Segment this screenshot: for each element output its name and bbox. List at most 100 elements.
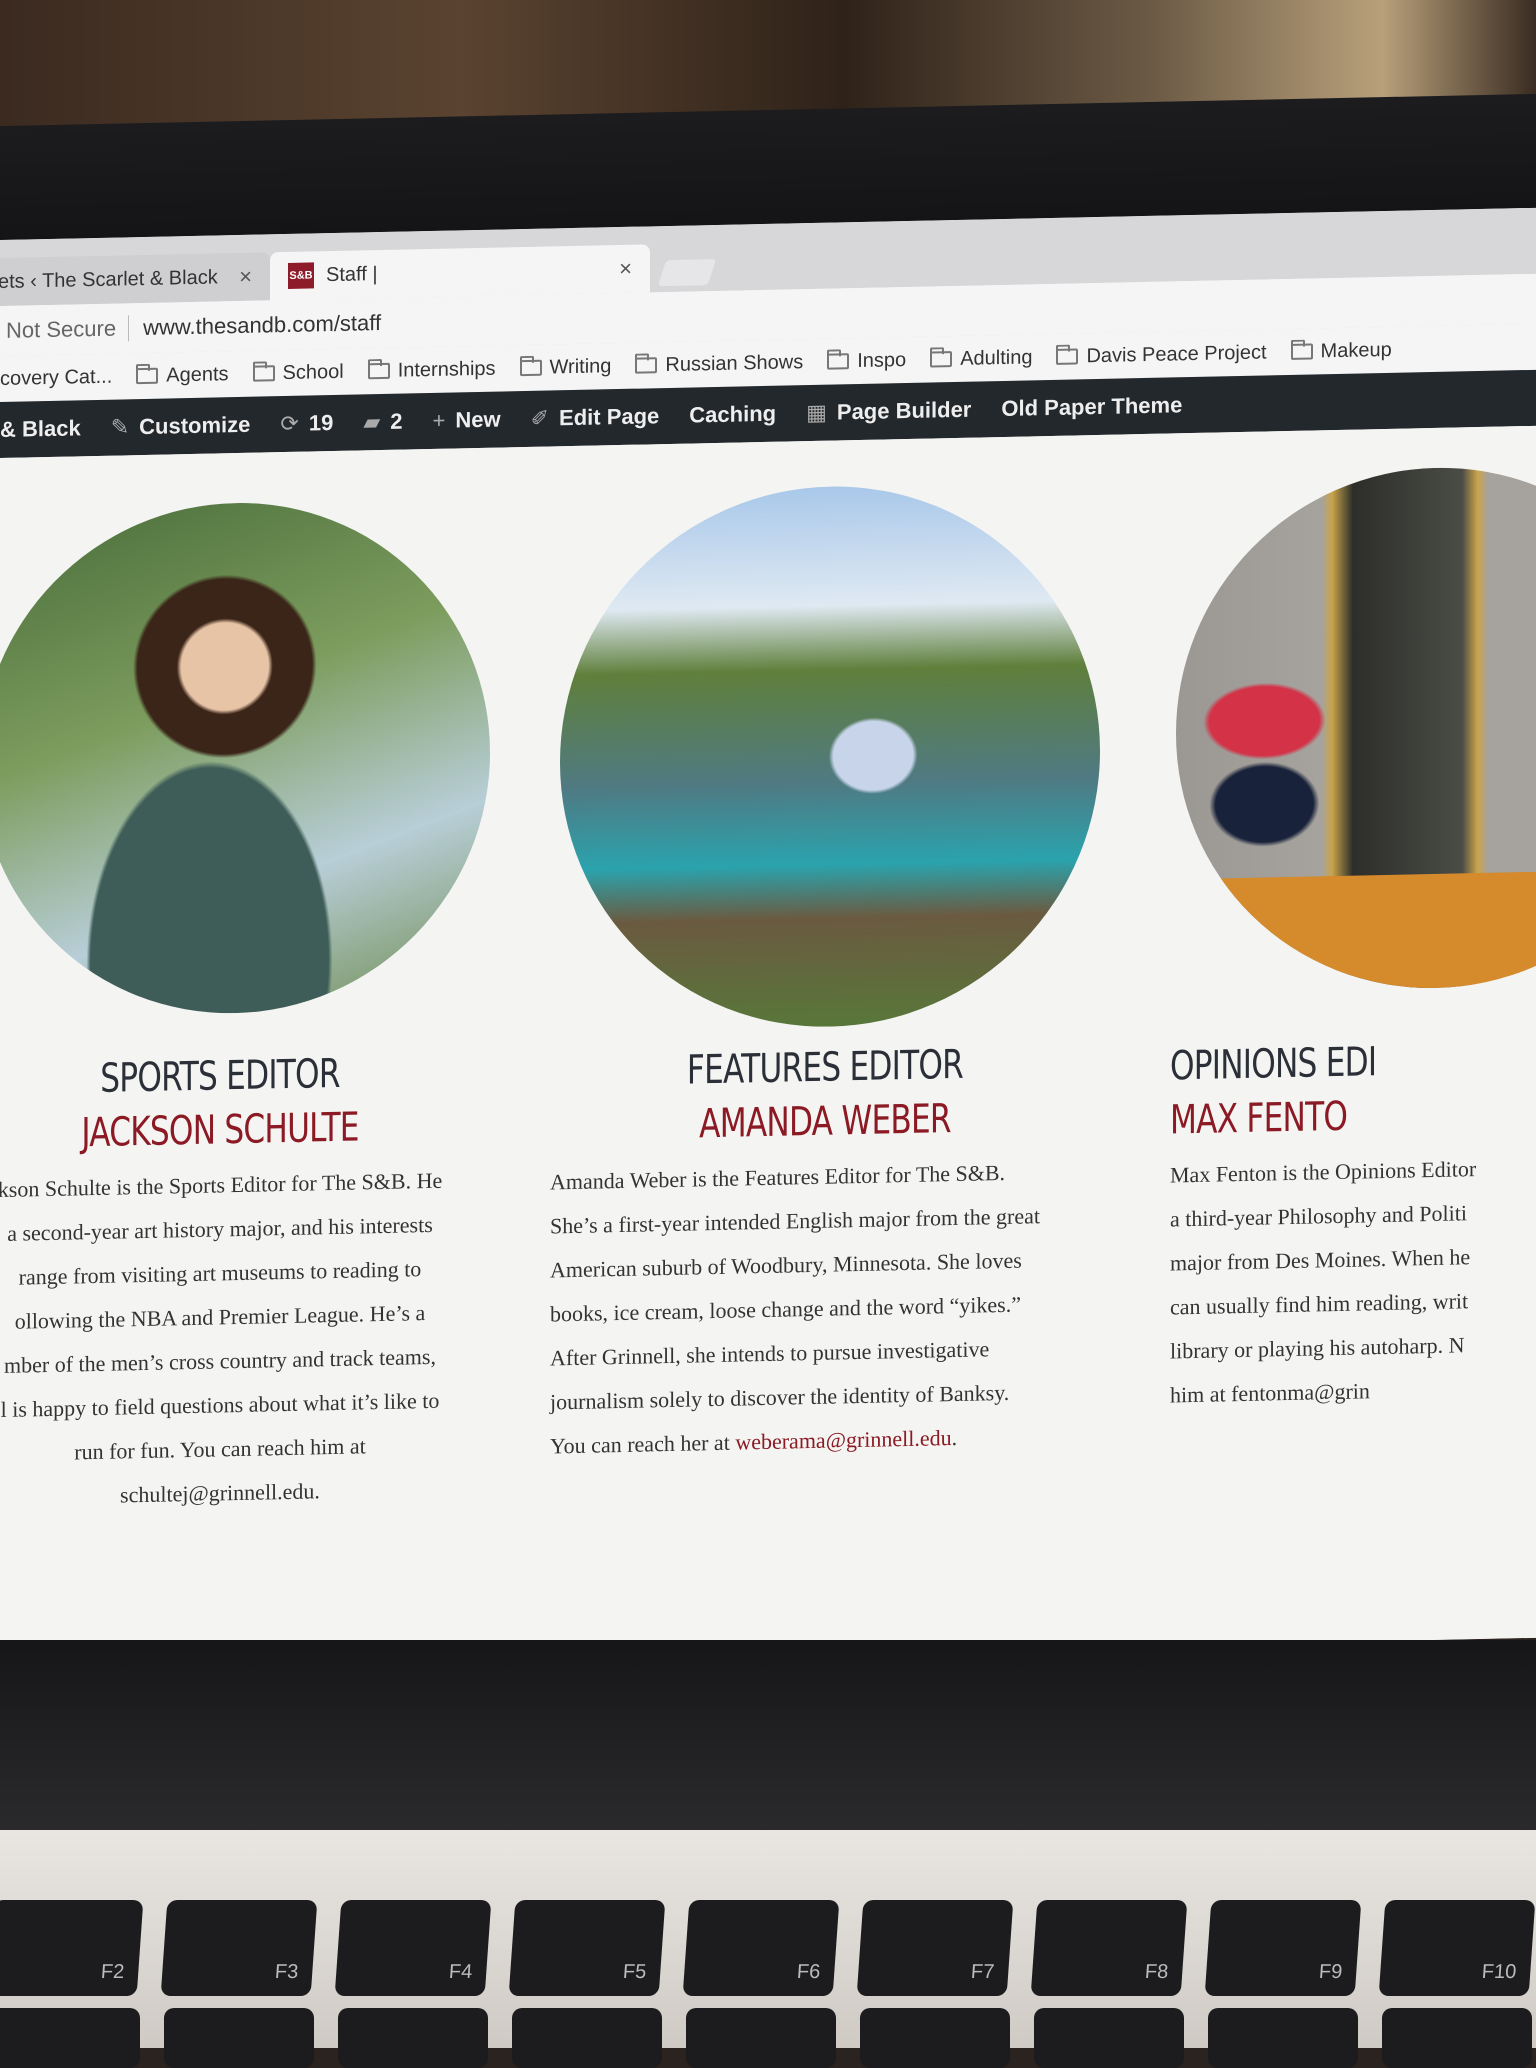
keyboard-key[interactable] — [1034, 2008, 1184, 2068]
admin-site-label: & Black — [0, 415, 81, 442]
bookmark-label: Adulting — [960, 345, 1033, 370]
folder-icon — [1056, 348, 1079, 365]
number-key-row — [0, 2008, 1532, 2068]
staff-card: FEATURES EDITOR AMANDA WEBER Amanda Webe… — [540, 1035, 1110, 1469]
staff-card: SPORTS EDITOR JACKSON SCHULTE kson Schul… — [0, 1044, 480, 1521]
bookmark-label: Agents — [166, 362, 229, 387]
close-icon[interactable]: × — [619, 256, 632, 282]
bookmark-internships[interactable]: Internships — [367, 357, 496, 383]
contact-prefix: You can reach her at — [550, 1429, 736, 1459]
key-f9[interactable]: F9 — [1204, 1900, 1362, 1996]
keyboard-key[interactable] — [0, 2008, 140, 2068]
photo-floor — [1176, 868, 1536, 994]
bookmark-agents[interactable]: Agents — [136, 362, 229, 388]
admin-page-builder-label: Page Builder — [836, 396, 972, 425]
admin-theme[interactable]: Old Paper Theme — [1001, 392, 1182, 422]
admin-customize-label: Customize — [139, 411, 251, 440]
staff-card: OPINIONS EDI MAX FENTO Max Fenton is the… — [1170, 1029, 1536, 1418]
keyboard-key[interactable] — [686, 2008, 836, 2068]
staff-page-content: SPORTS EDITOR JACKSON SCHULTE kson Schul… — [0, 425, 1536, 1670]
pencil-icon: ✐ — [530, 405, 550, 431]
keyboard-key[interactable] — [860, 2008, 1010, 2068]
admin-new-label: New — [455, 406, 501, 433]
folder-icon — [827, 353, 850, 370]
comment-icon: ▰ — [363, 409, 381, 435]
staff-bio: Max Fenton is the Opinions Editor a thir… — [1170, 1143, 1536, 1418]
key-f4[interactable]: F4 — [334, 1900, 492, 1996]
admin-new[interactable]: + New — [433, 407, 501, 434]
email-link[interactable]: weberama@grinnell.edu — [735, 1425, 951, 1455]
bio-line: schultej@grinnell.edu. — [120, 1478, 320, 1508]
brush-icon: ✎ — [110, 414, 130, 440]
folder-icon — [1290, 343, 1313, 360]
page-builder-icon: ▦ — [806, 399, 827, 426]
tab-scarlet-black[interactable]: ets ‹ The Scarlet & Black × — [0, 252, 270, 307]
staff-bio: kson Schulte is the Sports Editor for Th… — [0, 1158, 480, 1521]
folder-icon — [519, 359, 542, 377]
bio-line: Max Fenton is the Opinions Editor — [1170, 1156, 1477, 1188]
admin-page-builder[interactable]: ▦ Page Builder — [806, 397, 971, 426]
key-f10[interactable]: F10 — [1378, 1900, 1536, 1996]
bookmark-adulting[interactable]: Adulting — [930, 346, 1032, 371]
bookmark-school[interactable]: School — [252, 360, 344, 385]
admin-site-name[interactable]: & Black — [0, 415, 81, 443]
bookmark-russian-shows[interactable]: Russian Shows — [635, 351, 803, 378]
staff-name: JACKSON SCHULTE — [81, 1104, 359, 1157]
keyboard-key[interactable] — [1208, 2008, 1358, 2068]
bookmark-label: Writing — [549, 354, 612, 378]
bookmark-label: Davis Peace Project — [1086, 340, 1267, 367]
admin-caching-label: Caching — [689, 400, 777, 428]
security-indicator[interactable]: Not Secure — [0, 315, 130, 344]
admin-comments-count: 2 — [390, 408, 403, 434]
admin-edit-page[interactable]: ✐ Edit Page — [531, 403, 660, 432]
folder-icon — [930, 351, 953, 368]
tab-label: ets ‹ The Scarlet & Black — [0, 265, 218, 293]
folder-icon — [367, 362, 390, 380]
key-f5[interactable]: F5 — [508, 1900, 666, 1996]
admin-theme-label: Old Paper Theme — [1001, 392, 1183, 422]
bookmark-label: Makeup — [1320, 338, 1392, 362]
tab-label: Staff | — [326, 262, 378, 286]
laptop-bottom-bezel — [0, 1640, 1536, 1840]
url-text[interactable]: www.thesandb.com/staff — [129, 310, 381, 341]
admin-comments[interactable]: ▰ 2 — [363, 409, 402, 436]
key-f2[interactable]: F2 — [0, 1900, 144, 1996]
bookmark-label: School — [282, 360, 344, 384]
admin-updates[interactable]: ⟳ 19 — [280, 410, 333, 437]
tab-staff[interactable]: S&B Staff | × — [270, 244, 650, 301]
key-f6[interactable]: F6 — [682, 1900, 840, 1996]
key-f7[interactable]: F7 — [856, 1900, 1014, 1996]
plus-icon: + — [432, 407, 446, 433]
bookmark-davis-peace-project[interactable]: Davis Peace Project — [1056, 340, 1267, 368]
staff-photo-max-fenton — [1176, 462, 1536, 994]
staff-bio: Amanda Weber is the Features Editor for … — [540, 1149, 1110, 1469]
sandb-favicon-icon: S&B — [288, 262, 314, 289]
admin-customize[interactable]: ✎ Customize — [111, 412, 251, 441]
staff-photo-amanda-weber — [560, 480, 1100, 1033]
admin-updates-count: 19 — [308, 410, 334, 436]
contact-suffix: . — [951, 1424, 958, 1451]
keyboard-key[interactable] — [512, 2008, 662, 2068]
refresh-icon: ⟳ — [280, 410, 299, 437]
bookmark-makeup[interactable]: Makeup — [1290, 338, 1392, 363]
new-tab-button[interactable] — [657, 258, 717, 287]
keyboard-key[interactable] — [338, 2008, 488, 2068]
function-key-row: F2 F3 F4 F5 F6 F7 F8 F9 F10 — [0, 1900, 1536, 1996]
bookmark-discovery[interactable]: covery Cat... — [0, 365, 112, 390]
key-f3[interactable]: F3 — [160, 1900, 318, 1996]
folder-icon — [635, 357, 658, 374]
bookmark-label: Russian Shows — [665, 350, 804, 376]
key-f8[interactable]: F8 — [1030, 1900, 1188, 1996]
staff-role: SPORTS EDITOR — [100, 1050, 340, 1102]
keyboard-key[interactable] — [164, 2008, 314, 2068]
staff-name: AMANDA WEBER — [699, 1096, 951, 1148]
bookmark-inspo[interactable]: Inspo — [827, 349, 906, 374]
close-icon[interactable]: × — [239, 264, 252, 290]
bookmark-writing[interactable]: Writing — [519, 354, 612, 380]
admin-caching[interactable]: Caching — [689, 401, 776, 429]
keyboard-key[interactable] — [1382, 2008, 1532, 2068]
staff-photo-jackson-schulte — [0, 497, 490, 1019]
bookmark-label: Inspo — [857, 348, 907, 372]
folder-icon — [252, 365, 275, 382]
staff-name: MAX FENTO — [1170, 1093, 1348, 1144]
